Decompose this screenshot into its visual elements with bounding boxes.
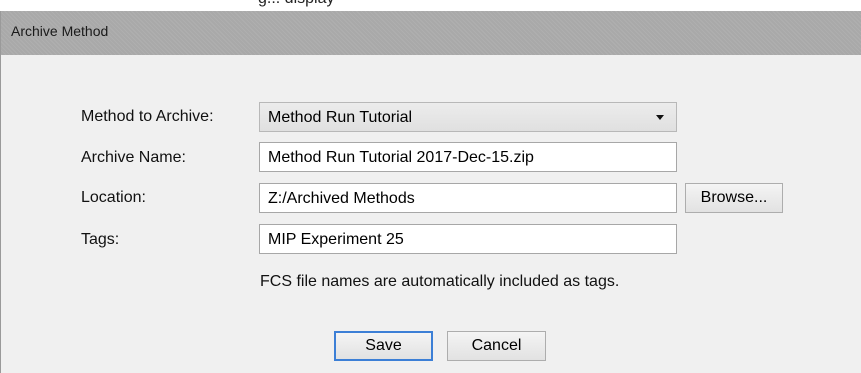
archive-name-value: Method Run Tutorial 2017-Dec-15.zip [268, 149, 534, 166]
tags-label: Tags: [81, 231, 120, 248]
archive-name-field[interactable]: Method Run Tutorial 2017-Dec-15.zip [259, 142, 677, 172]
method-to-archive-value: Method Run Tutorial [268, 109, 413, 126]
archive-name-label: Archive Name: [81, 149, 186, 166]
tags-hint-text: FCS file names are automatically include… [260, 273, 620, 290]
location-value: Z:/Archived Methods [268, 190, 415, 207]
dialog-title: Archive Method [11, 23, 109, 39]
method-to-archive-label: Method to Archive: [81, 108, 214, 125]
browse-button[interactable]: Browse... [685, 183, 783, 213]
dialog-titlebar[interactable]: Archive Method [1, 11, 861, 55]
location-label: Location: [81, 189, 146, 206]
save-button[interactable]: Save [334, 331, 433, 361]
chevron-down-icon [656, 115, 664, 120]
tags-value: MIP Experiment 25 [268, 231, 404, 248]
method-to-archive-select[interactable]: Method Run Tutorial [259, 102, 677, 132]
cancel-button[interactable]: Cancel [447, 331, 546, 361]
background-window-edge: g... display [0, 0, 861, 11]
archive-method-dialog: Archive Method Method to Archive: Method… [0, 11, 861, 373]
tags-field[interactable]: MIP Experiment 25 [259, 224, 677, 254]
background-window-text: g... display [258, 0, 334, 8]
location-field[interactable]: Z:/Archived Methods [259, 183, 677, 213]
